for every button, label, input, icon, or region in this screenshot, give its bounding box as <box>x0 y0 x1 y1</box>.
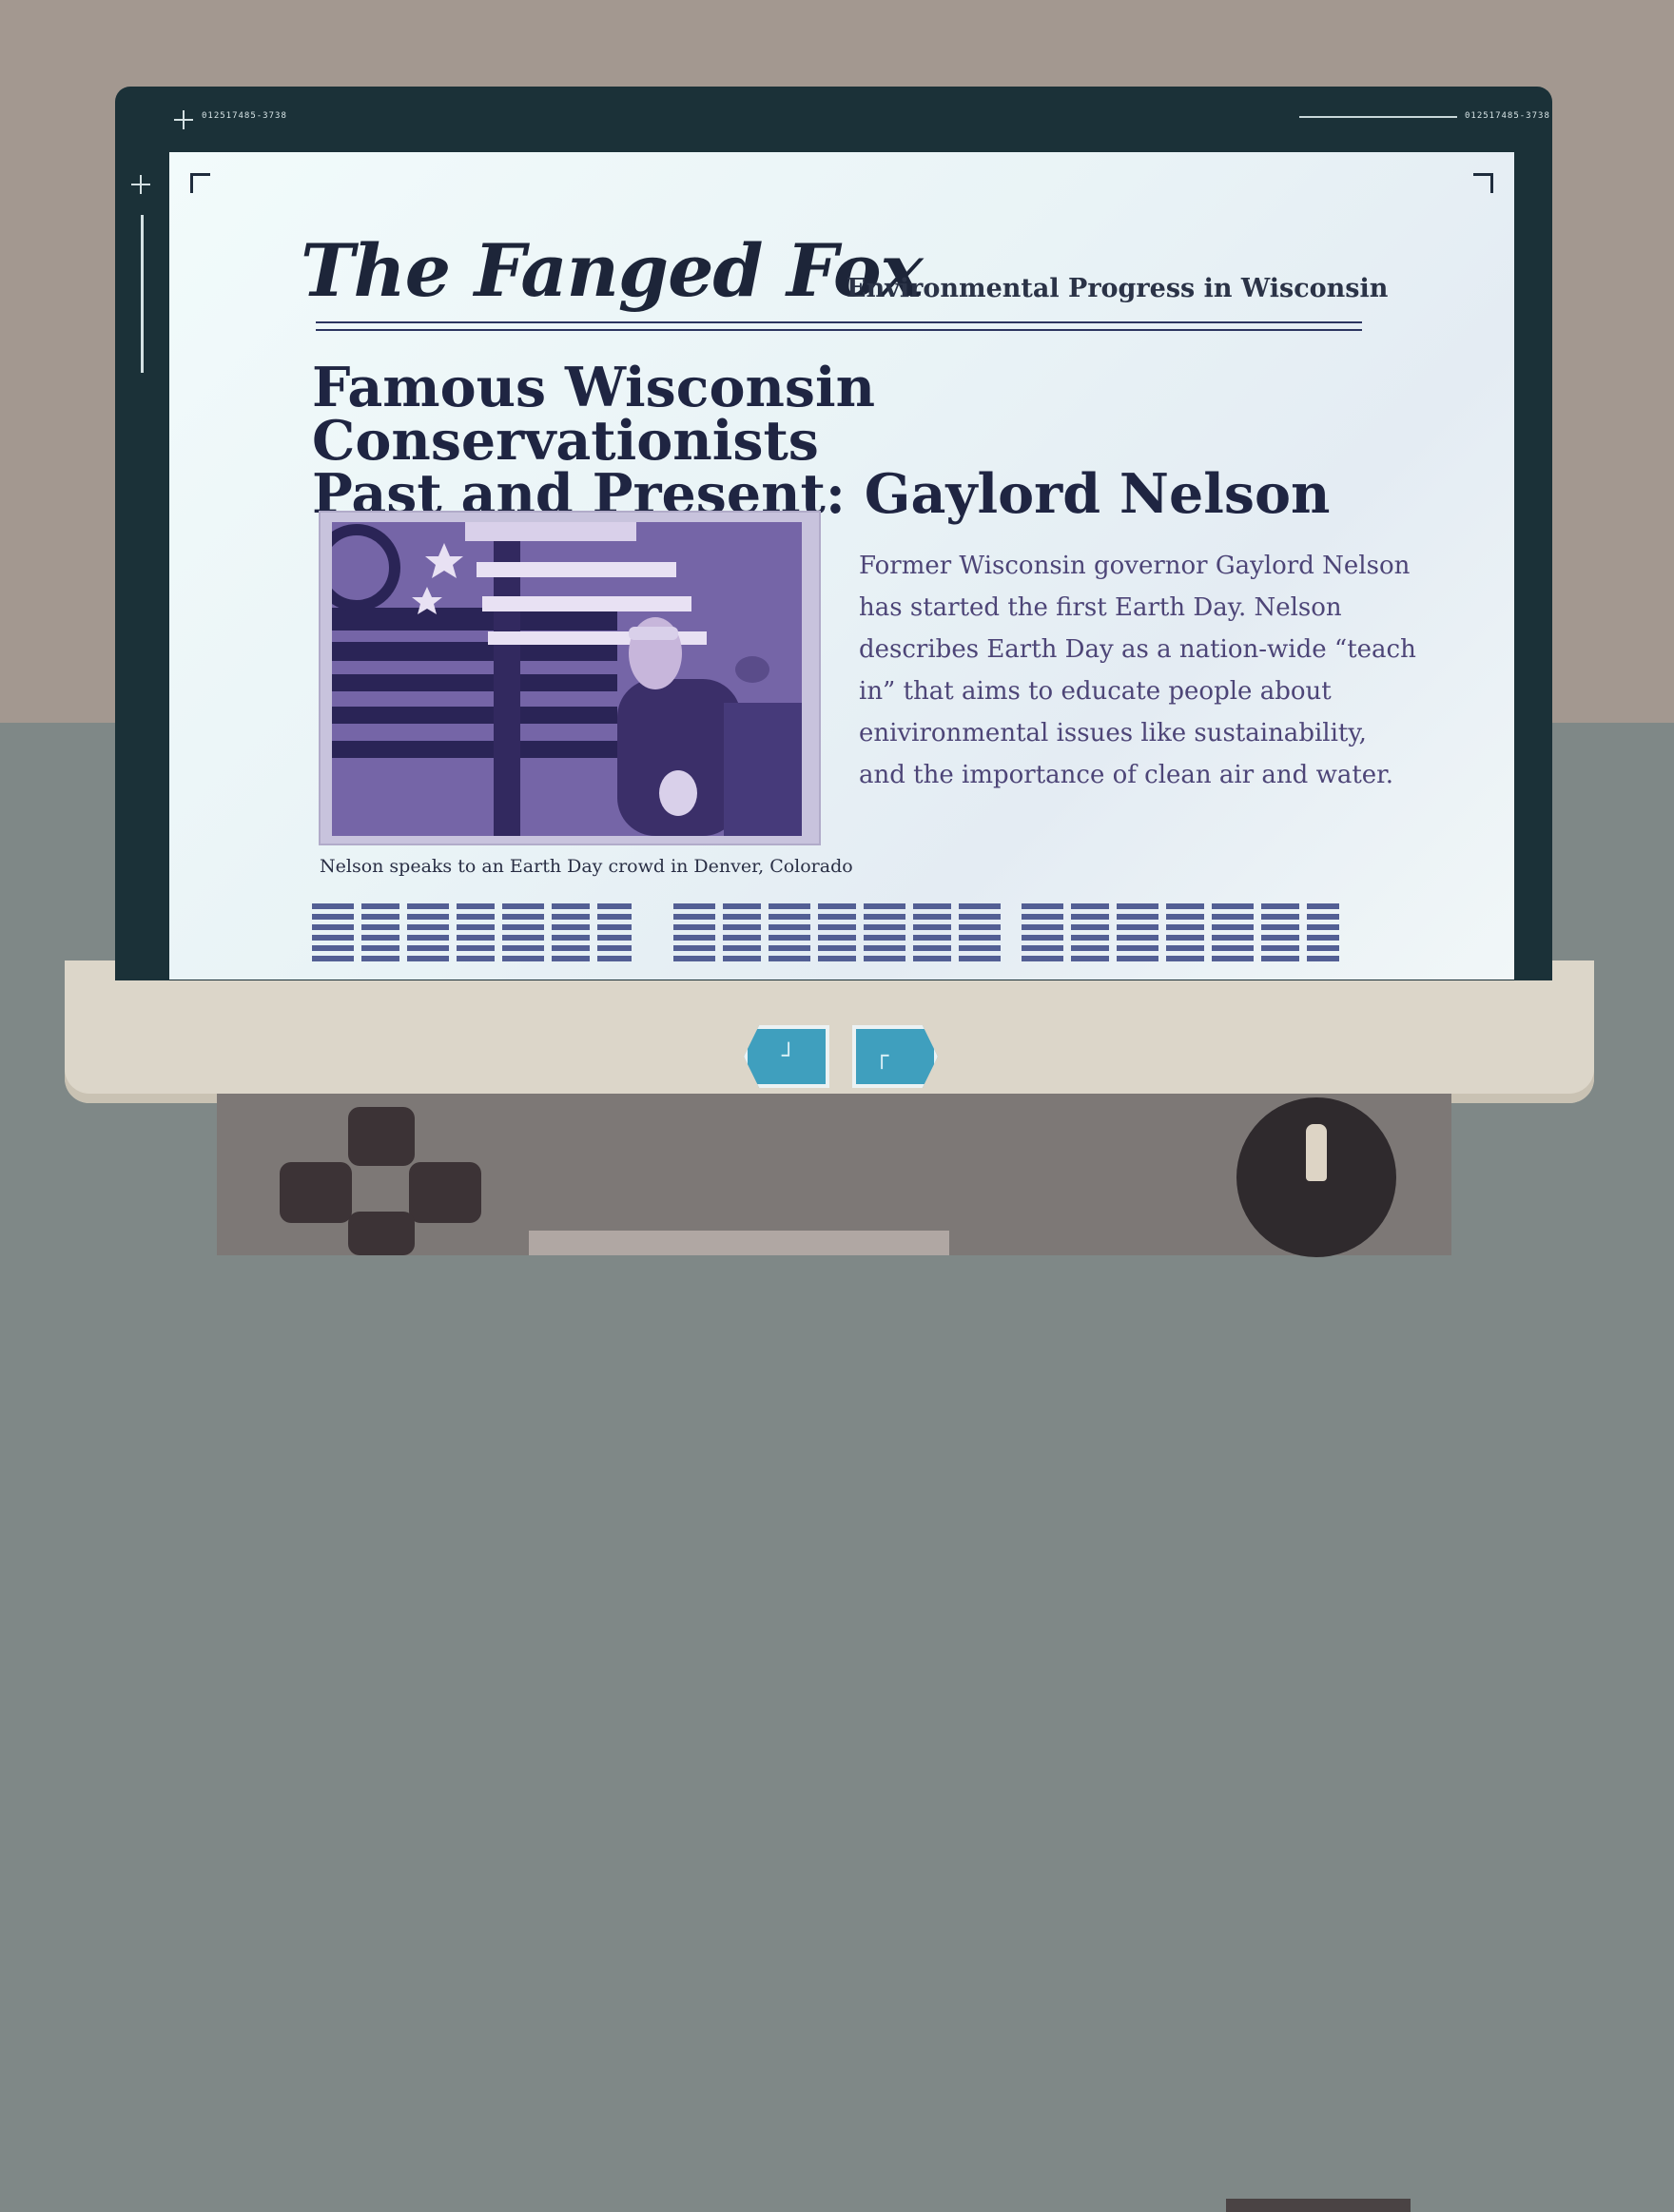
dpad-left-icon[interactable] <box>280 1162 352 1223</box>
filler-text-column <box>1022 903 1339 978</box>
screen-ticker-left: 012517485-3738 <box>202 111 287 121</box>
corner-mark-icon <box>190 173 210 193</box>
filler-text-column <box>673 903 1006 978</box>
article-line: in” that aims to educate people about <box>859 677 1332 706</box>
previous-arrow-icon: ┘ <box>782 1042 796 1069</box>
dpad-right-icon[interactable] <box>409 1162 481 1223</box>
newspaper-subtitle: Environmental Progress in Wisconsin <box>847 274 1389 303</box>
newspaper-page: The Fanged Fox Environmental Progress in… <box>169 152 1514 980</box>
corner-mark-icon <box>1473 173 1493 193</box>
article-photo <box>319 511 821 845</box>
arcade-cabinet: 012517485-3738 012517485-3738 The Fanged… <box>0 0 1674 2212</box>
cartridge-slot <box>529 1231 949 1255</box>
crosshair-icon <box>131 175 150 194</box>
speaker-illustration <box>332 522 802 836</box>
article-line: enivironmental issues like sustainabilit… <box>859 719 1367 747</box>
screen-ticker-line <box>1299 116 1457 118</box>
newspaper-masthead: The Fanged Fox <box>301 228 924 313</box>
screen-ticker-right: 012517485-3738 <box>1465 111 1550 121</box>
dial-indicator-icon <box>1306 1124 1327 1181</box>
console-bezel <box>65 960 1594 1103</box>
article-body: Former Wisconsin governor Gaylord Nelson… <box>859 545 1430 796</box>
article-line: has started the first Earth Day. Nelson <box>859 593 1342 622</box>
article-line: Former Wisconsin governor Gaylord Nelson <box>859 552 1411 580</box>
previous-page-button[interactable]: ┘ <box>744 1025 829 1088</box>
filler-text-column <box>312 903 632 978</box>
next-arrow-icon: ┌ <box>875 1042 889 1069</box>
dpad-up-icon[interactable] <box>348 1107 415 1166</box>
dial-knob[interactable] <box>1236 1097 1396 1257</box>
photo-caption: Nelson speaks to an Earth Day crowd in D… <box>320 856 853 877</box>
screen-side-line <box>141 215 144 373</box>
dpad-down-icon[interactable] <box>348 1212 415 1255</box>
next-page-button[interactable]: ┌ <box>852 1025 938 1088</box>
article-line: and the importance of clean air and wate… <box>859 761 1394 789</box>
headline-line-1: Famous Wisconsin Conservationists <box>312 356 876 473</box>
photo-image <box>332 522 802 836</box>
masthead-rule <box>316 329 1362 331</box>
vent-slot <box>1226 2199 1411 2212</box>
article-headline: Famous Wisconsin Conservationists Past a… <box>312 356 1396 521</box>
crosshair-icon <box>174 110 193 129</box>
article-line: describes Earth Day as a nation-wide “te… <box>859 635 1416 664</box>
masthead-rule <box>316 321 1362 323</box>
dpad-control[interactable] <box>280 1107 487 1255</box>
